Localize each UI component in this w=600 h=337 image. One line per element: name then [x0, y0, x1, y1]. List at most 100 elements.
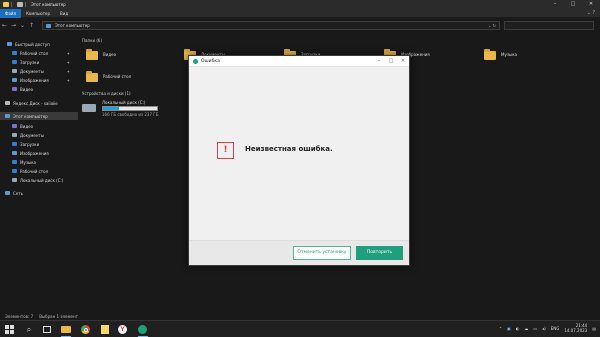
- refresh-icon[interactable]: ⌄ ↻: [488, 23, 499, 28]
- picture-icon: [12, 151, 17, 155]
- recent-chevron-icon[interactable]: ⌄: [18, 22, 27, 29]
- document-icon: [12, 133, 17, 137]
- onedrive-icon[interactable]: ☁: [524, 326, 528, 331]
- drive-icon: [82, 104, 96, 112]
- sidebar-item-downloads[interactable]: Загрузки ✦: [0, 58, 78, 66]
- computer-icon: [46, 23, 51, 28]
- network-icon[interactable]: ▭: [533, 326, 537, 331]
- sidebar-item-documents[interactable]: Документы: [0, 131, 78, 139]
- divider: [11, 2, 12, 7]
- file-explorer-icon[interactable]: [60, 324, 72, 337]
- divider: [25, 2, 26, 7]
- sidebar-item-label: Видео: [20, 86, 34, 92]
- sidebar-item-label: Рабочий стол: [20, 168, 49, 174]
- sidebar-item-yandex-disk[interactable]: Яндекс.Диск - saiiaiie: [0, 99, 78, 107]
- sidebar-item-downloads[interactable]: Загрузки: [0, 140, 78, 148]
- sidebar-item-desktop[interactable]: Рабочий стол: [0, 167, 78, 175]
- quick-access-toolbar-icon[interactable]: [17, 2, 23, 7]
- sidebar-item-label: Локальный диск (C:): [20, 177, 64, 183]
- tab-view[interactable]: Вид: [55, 9, 73, 18]
- retry-button[interactable]: Повторить: [356, 246, 403, 260]
- sidebar-item-pictures[interactable]: Изображения ✦: [0, 76, 78, 84]
- video-icon: [12, 87, 17, 91]
- address-bar[interactable]: Этот компьютер ⌄ ↻: [42, 21, 500, 30]
- sidebar-item-video[interactable]: Видео: [0, 122, 78, 130]
- sidebar-item-label: Рабочий стол: [20, 50, 49, 56]
- search-input[interactable]: [504, 21, 594, 30]
- sidebar-item-local-disk[interactable]: Локальный диск (C:): [0, 176, 78, 184]
- task-view-icon[interactable]: [42, 324, 52, 335]
- taskbar: ⌕ Y ⌃ ▣ ◐ ☁ ▭ ◂) ENG 21:44 14.07.2023 ▤: [0, 320, 600, 337]
- folder-item[interactable]: Видео: [86, 48, 116, 60]
- sidebar-item-music[interactable]: Музыка: [0, 158, 78, 166]
- back-arrow-icon[interactable]: ←: [0, 22, 9, 29]
- kaspersky-installer-icon[interactable]: [137, 324, 149, 337]
- chrome-icon[interactable]: [81, 324, 91, 335]
- drive-name: Локальный диск (C:): [102, 100, 146, 105]
- ribbon-expand-icon[interactable]: ⌄ ?: [587, 10, 600, 16]
- ribbon: Файл Компьютер Вид ⌄ ?: [0, 8, 600, 18]
- language-indicator[interactable]: ENG: [551, 326, 560, 331]
- forward-arrow-icon[interactable]: →: [9, 22, 18, 29]
- dialog-minimize-button[interactable]: –: [373, 58, 385, 64]
- folder-icon: [86, 70, 98, 82]
- document-icon: [12, 69, 17, 73]
- tab-computer[interactable]: Компьютер: [21, 9, 55, 18]
- desktop-icon: [12, 51, 17, 55]
- folder-icon: [484, 48, 496, 60]
- computer-icon: [5, 114, 10, 118]
- folders-group-header[interactable]: Папки (6): [82, 38, 102, 43]
- sidebar-item-documents[interactable]: Документы ✦: [0, 67, 78, 75]
- yandex-browser-icon[interactable]: Y: [118, 324, 128, 335]
- download-icon: [12, 60, 17, 64]
- chevron-up-icon[interactable]: ⌃: [499, 326, 502, 331]
- pin-icon: ✦: [66, 77, 70, 83]
- volume-icon[interactable]: ◂): [542, 326, 546, 331]
- address-path: Этот компьютер: [55, 23, 90, 28]
- pin-icon: ✦: [66, 68, 70, 74]
- system-tray: ⌃ ▣ ◐ ☁ ▭ ◂) ENG 21:44 14.07.2023 ▤: [494, 323, 596, 333]
- sidebar-item-video[interactable]: Видео: [0, 85, 78, 93]
- pin-icon: ✦: [66, 50, 70, 56]
- sidebar-item-quick-access[interactable]: Быстрый доступ: [0, 40, 78, 48]
- drive-usage-bar: [102, 106, 158, 111]
- star-icon: [7, 42, 12, 46]
- folder-label: Видео: [103, 51, 117, 57]
- folder-item[interactable]: Музыка: [484, 48, 517, 60]
- sidebar-item-pictures[interactable]: Изображения: [0, 149, 78, 157]
- document-viewer-icon[interactable]: [100, 324, 110, 335]
- sidebar-item-label: Изображения: [20, 77, 49, 83]
- sidebar-item-this-pc[interactable]: Этот компьютер: [0, 112, 78, 120]
- drive-item[interactable]: Локальный диск (C:) 166 ГБ свободно из 2…: [82, 100, 182, 118]
- items-count: Элементов: 7: [5, 314, 34, 319]
- sidebar-item-network[interactable]: Сеть: [0, 189, 78, 197]
- start-button-icon[interactable]: [5, 324, 15, 335]
- up-arrow-icon[interactable]: ↑: [27, 22, 36, 29]
- drive-icon: [12, 178, 17, 182]
- tray-app-icon[interactable]: ▣: [507, 326, 511, 331]
- sidebar-item-label: Документы: [20, 68, 44, 74]
- picture-icon: [12, 78, 17, 82]
- music-icon: [12, 160, 17, 164]
- sidebar-item-desktop[interactable]: Рабочий стол ✦: [0, 49, 78, 57]
- video-icon: [12, 124, 17, 128]
- folder-icon: [3, 2, 9, 7]
- drive-free-space: 166 ГБ свободно из 237 ГБ: [102, 112, 159, 117]
- minimize-button[interactable]: –: [546, 0, 564, 9]
- folder-item[interactable]: Рабочий стол: [86, 70, 131, 82]
- maximize-button[interactable]: □: [564, 0, 582, 9]
- clock-date: 14.07.2023: [564, 328, 588, 333]
- cancel-install-button[interactable]: Отменить установку: [293, 246, 351, 260]
- close-button[interactable]: ✕: [582, 0, 600, 9]
- sidebar-item-label: Видео: [20, 123, 34, 129]
- dialog-maximize-button[interactable]: □: [385, 58, 397, 64]
- drives-group-header[interactable]: Устройства и диски (1): [82, 91, 131, 96]
- navigation-pane: Быстрый доступ Рабочий стол ✦ Загрузки ✦…: [0, 38, 78, 313]
- tab-file[interactable]: Файл: [0, 8, 22, 18]
- tray-app-icon[interactable]: ◐: [516, 326, 520, 331]
- dialog-close-button[interactable]: ✕: [397, 58, 409, 64]
- sidebar-item-label: Музыка: [20, 159, 36, 165]
- clock[interactable]: 21:44 14.07.2023: [564, 323, 587, 333]
- notifications-icon[interactable]: ▤: [592, 326, 596, 331]
- search-icon[interactable]: ⌕: [24, 324, 34, 335]
